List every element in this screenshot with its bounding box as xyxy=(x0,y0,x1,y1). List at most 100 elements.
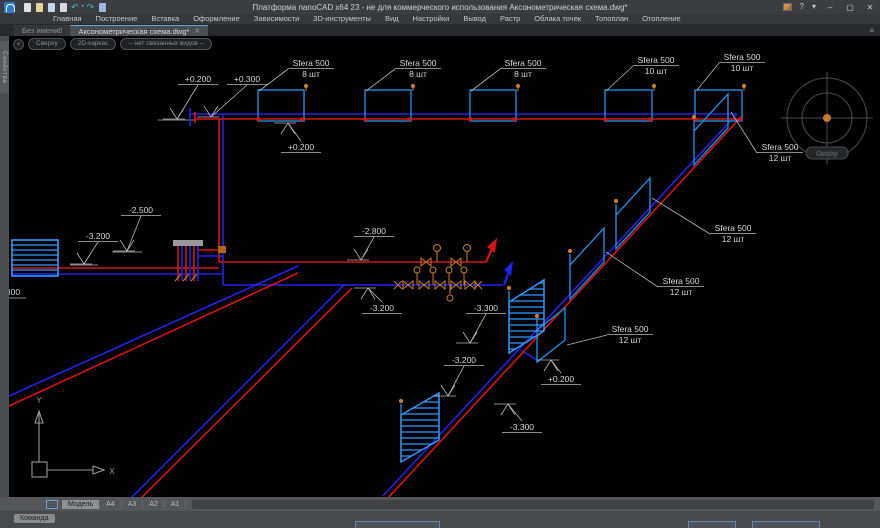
flow-arrow-red xyxy=(486,238,497,262)
radiator-count-label[interactable]: 8 шт xyxy=(409,69,427,79)
save-document-icon[interactable] xyxy=(48,3,55,12)
elevation-label[interactable]: +0.200 xyxy=(185,74,212,84)
menu-point-clouds[interactable]: Облака точек xyxy=(527,14,588,24)
radiator-count-label[interactable]: 12 шт xyxy=(619,335,642,345)
window-title: Платформа nanoCAD x64 23 - не для коммер… xyxy=(252,3,627,12)
sheet-scrollbar[interactable] xyxy=(192,500,874,509)
viewport-lock-button[interactable]: + xyxy=(13,39,24,50)
tab-unnamed[interactable]: Без имени0 xyxy=(14,25,70,36)
tab-sheet-a3[interactable]: А3 xyxy=(122,500,144,509)
tab-close-icon[interactable]: ✕ xyxy=(194,27,200,35)
menu-insert[interactable]: Вставка xyxy=(144,14,186,24)
radiator-count-label[interactable]: 10 шт xyxy=(645,66,668,76)
elevation-label[interactable]: -3.200 xyxy=(452,355,476,365)
cad-drawing[interactable]: Сверху xyxy=(9,36,880,497)
elevation-label[interactable]: +0.200 xyxy=(548,374,575,384)
tab-sheet-a2[interactable]: А2 xyxy=(143,500,165,509)
elevation-label[interactable]: -3.200 xyxy=(370,303,394,313)
radiators-top-row[interactable] xyxy=(258,90,742,121)
drawing-canvas[interactable]: Сверху xyxy=(9,36,880,497)
menu-view[interactable]: Вид xyxy=(378,14,406,24)
radiator-label[interactable]: Sfera 500 xyxy=(293,58,330,68)
radiator-count-label[interactable]: 12 шт xyxy=(769,153,792,163)
radiator-label[interactable]: Sfera 500 xyxy=(400,58,437,68)
linked-views-button[interactable]: -- нет связанных видов -- xyxy=(120,38,212,50)
flow-arrow-blue xyxy=(504,261,513,285)
menu-output[interactable]: Вывод xyxy=(456,14,493,24)
radiators-diagonal[interactable] xyxy=(537,94,728,362)
help-icon[interactable]: ? xyxy=(800,0,804,14)
elevation-label[interactable]: -2.800 xyxy=(362,226,386,236)
radiator-count-label[interactable]: 12 шт xyxy=(670,287,693,297)
menu-draw[interactable]: Построение xyxy=(89,14,145,24)
minimize-button[interactable]: – xyxy=(824,3,836,12)
elevation-label[interactable]: -3.200 xyxy=(86,231,110,241)
radiator-label[interactable]: Sfera 500 xyxy=(724,52,761,62)
menu-annotate[interactable]: Оформление xyxy=(186,14,247,24)
manifold-valve-icon xyxy=(218,246,226,253)
radiator-hatched-left[interactable] xyxy=(12,240,58,276)
tab-sheet-a4[interactable]: А4 xyxy=(100,500,122,509)
elevation-label[interactable]: +0.300 xyxy=(234,74,261,84)
menu-3d-tools[interactable]: 3D-инструменты xyxy=(306,14,378,24)
menu-constraints[interactable]: Зависимости xyxy=(247,14,307,24)
ucs-y-label: Y xyxy=(36,396,42,405)
elevation-label[interactable]: -3.300 xyxy=(474,303,498,313)
close-button[interactable]: ✕ xyxy=(864,3,876,12)
statusbar-partial-button[interactable] xyxy=(752,521,820,528)
help-caret-icon[interactable]: ▾ xyxy=(812,0,816,14)
ucs-icon: X Y xyxy=(32,396,115,477)
visual-style-button[interactable]: 2D-каркас xyxy=(70,38,117,50)
tab-list-icon[interactable]: ≡ xyxy=(869,26,874,35)
title-bar: ↶ • ↷ Платформа nanoCAD x64 23 - не для … xyxy=(0,0,880,14)
tab-axonometric-scheme[interactable]: Аксонометрическая схема.dwg* ✕ xyxy=(70,25,208,36)
cad-annotations[interactable]: Sfera 5008 штSfera 5008 штSfera 5008 штS… xyxy=(9,52,803,433)
menu-main[interactable]: Главная xyxy=(46,14,89,24)
elevation-label[interactable]: -2.500 xyxy=(129,205,153,215)
radiator-label[interactable]: Sfera 500 xyxy=(715,223,752,233)
radiator-label[interactable]: Sfera 500 xyxy=(638,55,675,65)
radiator-count-label[interactable]: 8 шт xyxy=(514,69,532,79)
menu-heating[interactable]: Отопление xyxy=(635,14,687,24)
compass-center-dot[interactable] xyxy=(823,114,831,122)
statusbar-partial-button[interactable] xyxy=(688,521,736,528)
statusbar-partial-button[interactable] xyxy=(355,521,440,528)
radiator-hatched-2[interactable] xyxy=(393,393,447,462)
left-dock-strip: Свойства xyxy=(0,36,9,497)
radiator-hatched-1[interactable] xyxy=(500,280,552,353)
redo-icon[interactable]: ↷ xyxy=(87,3,95,12)
menu-settings[interactable]: Настройки xyxy=(406,14,457,24)
valve-group[interactable] xyxy=(394,245,482,302)
compass-view-label: Сверху xyxy=(816,151,838,158)
menu-raster[interactable]: Растр xyxy=(493,14,527,24)
elevation-label-partial[interactable]: 300 xyxy=(9,287,20,297)
command-line-bar[interactable]: Команда xyxy=(0,511,880,528)
view-direction-button[interactable]: Сверху xyxy=(28,38,66,50)
store-palette-icon[interactable] xyxy=(783,3,792,11)
save-all-icon[interactable] xyxy=(60,3,67,12)
tab-sheet-a1[interactable]: А1 xyxy=(165,500,187,509)
properties-panel-tab[interactable]: Свойства xyxy=(0,41,9,93)
menu-topoplan[interactable]: Топоплан xyxy=(588,14,635,24)
radiator-count-label[interactable]: 10 шт xyxy=(731,63,754,73)
nanocad-window: ↶ • ↷ Платформа nanoCAD x64 23 - не для … xyxy=(0,0,880,528)
command-prompt[interactable]: Команда xyxy=(14,514,55,523)
maximize-button[interactable]: ▢ xyxy=(844,3,856,12)
plot-icon[interactable] xyxy=(99,3,106,12)
ucs-x-label: X xyxy=(109,467,115,476)
sheet-list-icon[interactable] xyxy=(46,500,58,509)
radiator-count-label[interactable]: 12 шт xyxy=(722,234,745,244)
undo-icon[interactable]: ↶ xyxy=(71,3,79,12)
open-document-icon[interactable] xyxy=(36,3,43,12)
elevation-label[interactable]: -3.300 xyxy=(510,422,534,432)
radiator-label[interactable]: Sfera 500 xyxy=(505,58,542,68)
elevation-label[interactable]: +0.200 xyxy=(288,142,315,152)
radiator-label[interactable]: Sfera 500 xyxy=(762,142,799,152)
new-document-icon[interactable] xyxy=(24,3,31,12)
manifold[interactable] xyxy=(173,240,226,281)
radiator-label[interactable]: Sfera 500 xyxy=(612,324,649,334)
radiator-count-label[interactable]: 8 шт xyxy=(302,69,320,79)
tab-model[interactable]: Модель xyxy=(62,500,100,509)
radiator-label[interactable]: Sfera 500 xyxy=(663,276,700,286)
sheet-tab-bar: Модель А4 А3 А2 А1 xyxy=(0,497,880,511)
